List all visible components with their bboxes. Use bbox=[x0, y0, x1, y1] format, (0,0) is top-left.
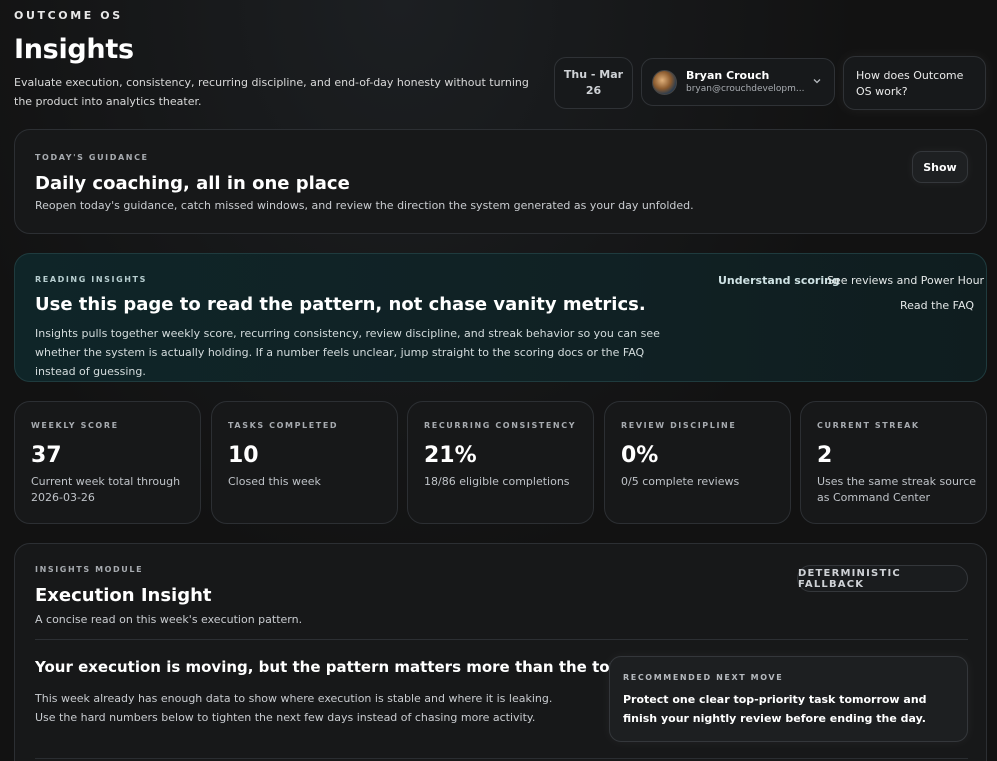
avatar bbox=[652, 69, 677, 95]
stat-note: Closed this week bbox=[228, 475, 321, 488]
stat-label: REVIEW DISCIPLINE bbox=[621, 421, 737, 430]
user-menu-button[interactable]: Bryan Crouch bryan@crouchdevelopm... bbox=[641, 58, 835, 106]
date-range-line1: Thu - Mar bbox=[563, 68, 624, 81]
stat-note: 0/5 complete reviews bbox=[621, 475, 740, 488]
stat-label: TASKS COMPLETED bbox=[228, 421, 339, 430]
user-name: Bryan Crouch bbox=[686, 69, 770, 82]
stat-value: 0% bbox=[621, 443, 659, 468]
module-bottom-divider bbox=[35, 758, 968, 759]
stat-card-weekly-score: WEEKLY SCORE 37 Current week total throu… bbox=[14, 401, 201, 524]
module-divider bbox=[35, 639, 968, 640]
module-subtitle: A concise read on this week's execution … bbox=[35, 613, 303, 626]
deterministic-fallback-badge: DETERMINISTIC FALLBACK bbox=[797, 565, 968, 592]
module-eyebrow: INSIGHTS MODULE bbox=[35, 565, 144, 574]
date-range-button[interactable]: Thu - Mar 26 bbox=[554, 57, 633, 109]
todays-guidance-card: TODAY'S GUIDANCE Daily coaching, all in … bbox=[14, 129, 987, 234]
chevron-down-icon bbox=[813, 79, 821, 84]
reading-title: Use this page to read the pattern, not c… bbox=[35, 294, 646, 315]
reading-eyebrow: READING INSIGHTS bbox=[35, 275, 147, 284]
module-title: Execution Insight bbox=[35, 585, 212, 606]
guidance-title: Daily coaching, all in one place bbox=[35, 173, 350, 194]
execution-headline: Your execution is moving, but the patter… bbox=[35, 658, 638, 676]
help-button[interactable]: How does Outcome OS work? bbox=[843, 56, 986, 110]
brand-label: OUTCOME OS bbox=[14, 9, 123, 22]
reviews-power-hour-link[interactable]: See reviews and Power Hour bbox=[827, 274, 984, 287]
date-range-line2: 26 bbox=[585, 84, 602, 97]
stat-card-current-streak: CURRENT STREAK 2 Uses the same streak so… bbox=[800, 401, 987, 524]
understand-scoring-link[interactable]: Understand scoring bbox=[718, 274, 840, 287]
stat-value: 2 bbox=[817, 443, 833, 468]
stat-note: Current week total through 2026-03-26 bbox=[31, 475, 181, 504]
next-move-eyebrow: RECOMMENDED NEXT MOVE bbox=[623, 673, 784, 682]
stat-card-review-discipline: REVIEW DISCIPLINE 0% 0/5 complete review… bbox=[604, 401, 791, 524]
reading-description: Insights pulls together weekly score, re… bbox=[35, 327, 660, 378]
reading-insights-card: READING INSIGHTS Use this page to read t… bbox=[14, 253, 987, 382]
stat-value: 21% bbox=[424, 443, 477, 468]
execution-body: This week already has enough data to sho… bbox=[35, 692, 553, 724]
insights-module-card: INSIGHTS MODULE Execution Insight A conc… bbox=[14, 543, 987, 761]
stat-note: Uses the same streak source as Command C… bbox=[817, 475, 977, 504]
stat-card-tasks-completed: TASKS COMPLETED 10 Closed this week bbox=[211, 401, 398, 524]
next-move-text: Protect one clear top-priority task tomo… bbox=[623, 693, 927, 725]
stat-label: RECURRING CONSISTENCY bbox=[424, 421, 577, 430]
user-info: Bryan Crouch bryan@crouchdevelopm... bbox=[686, 68, 811, 96]
stat-value: 37 bbox=[31, 443, 62, 468]
stat-note: 18/86 eligible completions bbox=[424, 475, 570, 488]
user-email: bryan@crouchdevelopm... bbox=[686, 84, 805, 94]
stat-value: 10 bbox=[228, 443, 259, 468]
page-title: Insights bbox=[14, 34, 134, 65]
recommended-next-move-card: RECOMMENDED NEXT MOVE Protect one clear … bbox=[609, 656, 968, 742]
stat-card-recurring-consistency: RECURRING CONSISTENCY 21% 18/86 eligible… bbox=[407, 401, 594, 524]
show-guidance-button[interactable]: Show bbox=[912, 151, 968, 183]
guidance-description: Reopen today's guidance, catch missed wi… bbox=[35, 199, 694, 212]
stat-label: WEEKLY SCORE bbox=[31, 421, 119, 430]
faq-link[interactable]: Read the FAQ bbox=[900, 299, 974, 312]
page-subtitle: Evaluate execution, consistency, recurri… bbox=[14, 76, 529, 108]
stat-label: CURRENT STREAK bbox=[817, 421, 920, 430]
guidance-eyebrow: TODAY'S GUIDANCE bbox=[35, 153, 149, 162]
